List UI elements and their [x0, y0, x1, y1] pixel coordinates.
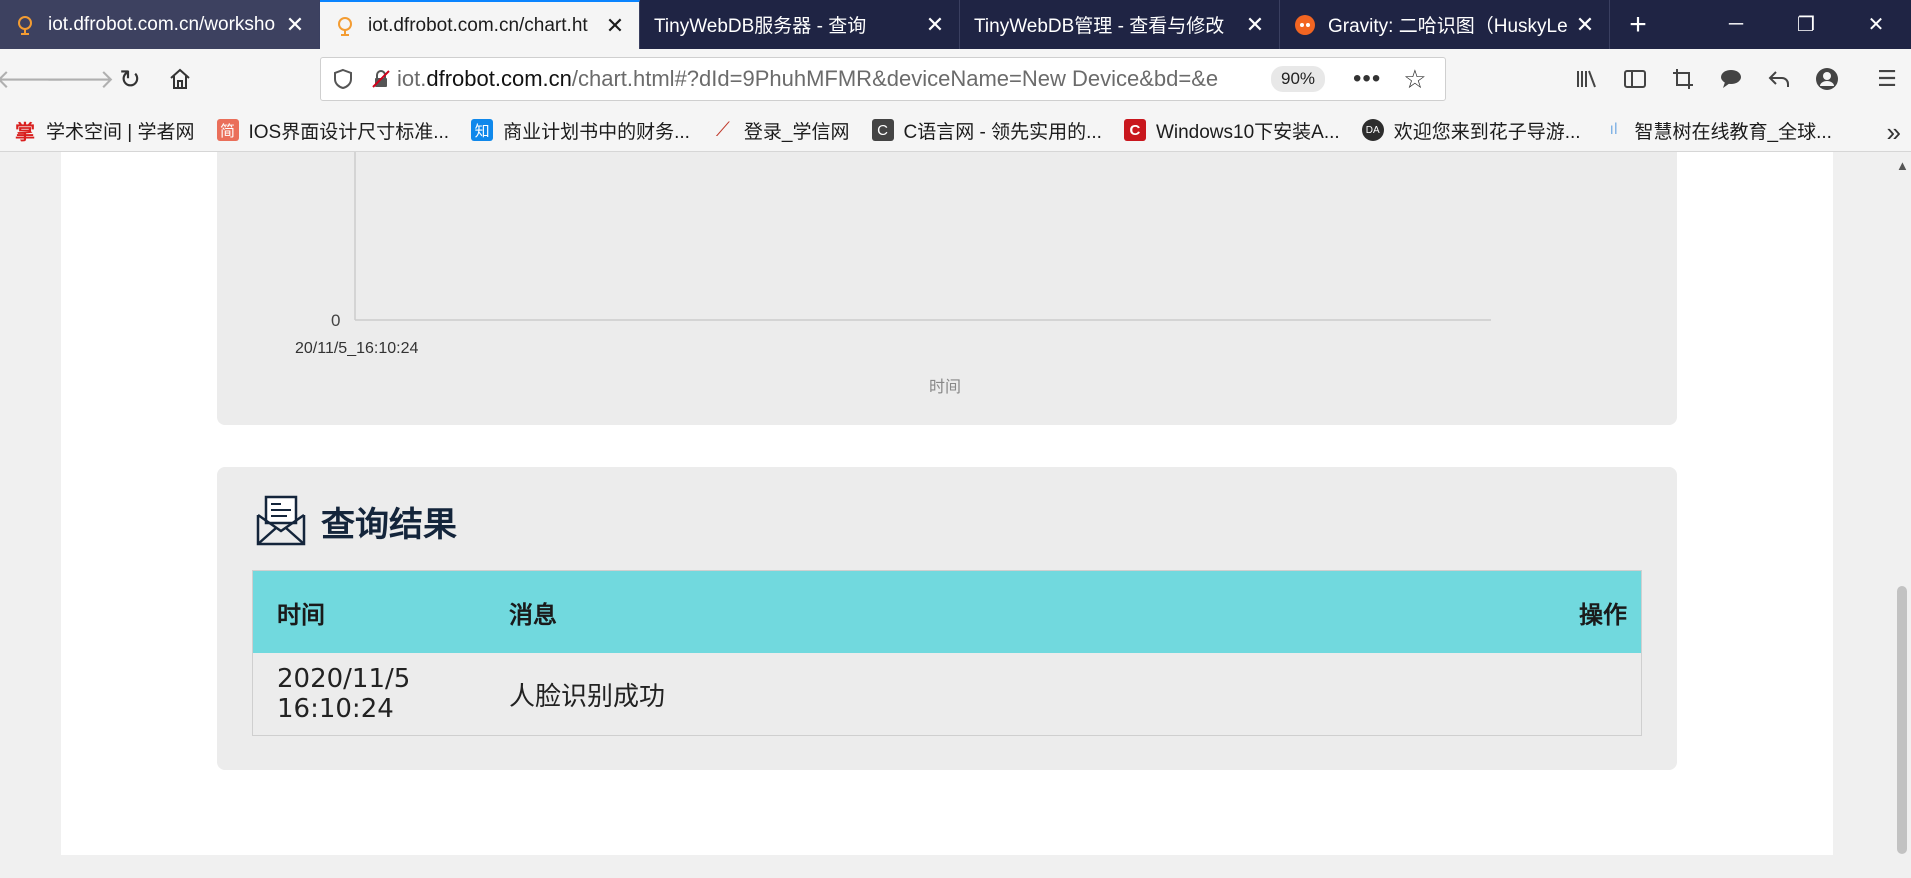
table-row: 2020/11/5 16:10:24 人脸识别成功: [253, 653, 1641, 735]
bookmark-item[interactable]: C Windows10下安装A...: [1123, 117, 1340, 144]
window-controls: ─ ❐ ✕: [1701, 0, 1911, 49]
bookmark-label: IOS界面设计尺寸标准...: [248, 121, 450, 143]
cloud-icon: [334, 15, 356, 37]
csdn-icon: C: [1123, 119, 1146, 141]
page-container: 0 20/11/5_16:10:24 时间 查询结果 时间 消息 操作 2020…: [61, 152, 1833, 855]
bookmark-item[interactable]: DA 欢迎您来到花子导游...: [1361, 117, 1581, 144]
page-viewport: 0 20/11/5_16:10:24 时间 查询结果 时间 消息 操作 2020…: [0, 152, 1893, 878]
bookmark-item[interactable]: ⟋ 登录_学信网: [712, 117, 850, 144]
bookmark-item[interactable]: ıl 智慧树在线教育_全球...: [1603, 117, 1832, 144]
undo-icon[interactable]: [1755, 57, 1803, 101]
bookmark-item[interactable]: 掌 学术空间 | 学者网: [14, 117, 195, 144]
bookmark-item[interactable]: C C语言网 - 领先实用的...: [871, 117, 1102, 144]
library-icon[interactable]: [1563, 57, 1611, 101]
tab-title: iot.dfrobot.com.cn/worksho: [48, 13, 276, 35]
tab-title: Gravity: 二哈识图（HuskyLe: [1328, 16, 1568, 37]
reload-icon[interactable]: ↻: [108, 57, 152, 101]
chat-bubble-icon[interactable]: [1707, 57, 1755, 101]
results-title: 查询结果: [321, 504, 457, 545]
scroll-up-icon[interactable]: ▲: [1896, 158, 1909, 173]
bookmark-label: Windows10下安装A...: [1155, 121, 1340, 143]
bookmark-label: 欢迎您来到花子导游...: [1393, 121, 1581, 143]
scholar-icon: 掌: [15, 121, 35, 144]
bookmark-label: C语言网 - 领先实用的...: [903, 121, 1102, 143]
results-header: 查询结果: [255, 495, 457, 547]
new-tab-button[interactable]: +: [1610, 0, 1666, 49]
x-tick-label: 20/11/5_16:10:24: [295, 340, 419, 357]
tab-tinywebdb-query[interactable]: TinyWebDB服务器 - 查询 ✕: [640, 0, 960, 49]
x-axis-label: 时间: [929, 379, 962, 396]
chart-card: 0 20/11/5_16:10:24 时间: [217, 152, 1677, 425]
bookmark-label: 登录_学信网: [743, 121, 850, 143]
scroll-thumb[interactable]: [1897, 586, 1907, 854]
column-header-time: 时间: [277, 600, 325, 629]
cloud-icon: [14, 14, 36, 36]
cell-time: 2020/11/5 16:10:24: [277, 664, 411, 724]
tab-title: iot.dfrobot.com.cn/chart.ht: [368, 14, 588, 36]
tab-workshop[interactable]: iot.dfrobot.com.cn/worksho ✕: [0, 0, 320, 49]
results-table: 时间 消息 操作 2020/11/5 16:10:24 人脸识别成功: [252, 570, 1642, 736]
bookmark-star-icon[interactable]: ☆: [1403, 64, 1426, 95]
bookmark-label: 商业计划书中的财务...: [503, 121, 690, 143]
y-tick-label: 0: [331, 311, 341, 330]
insecure-lock-icon[interactable]: [365, 69, 397, 89]
tab-gravity[interactable]: Gravity: 二哈识图（HuskyLe ✕: [1280, 0, 1610, 49]
dotcpp-icon: C: [871, 119, 894, 141]
tab-chart[interactable]: iot.dfrobot.com.cn/chart.ht ✕: [320, 0, 640, 49]
page-actions-icon[interactable]: •••: [1353, 65, 1381, 93]
url-prefix: iot.: [397, 66, 427, 91]
bookmark-item[interactable]: 知 商业计划书中的财务...: [471, 117, 690, 144]
page-scrollbar[interactable]: ▲: [1893, 152, 1911, 878]
tab-title: TinyWebDB管理 - 查看与修改: [974, 16, 1225, 37]
chsi-icon: ⟋: [715, 118, 730, 141]
bookmark-label: 学术空间 | 学者网: [46, 121, 195, 143]
close-window-icon[interactable]: ✕: [1841, 0, 1911, 49]
url-text[interactable]: iot.dfrobot.com.cn/chart.html#?dId=9Phuh…: [397, 66, 1259, 92]
da-icon: DA: [1361, 119, 1384, 141]
zoom-indicator[interactable]: 90%: [1271, 66, 1326, 92]
bookmarks-bar: 掌 学术空间 | 学者网 简 IOS界面设计尺寸标准... 知 商业计划书中的财…: [0, 109, 1911, 152]
robot-icon: [1294, 14, 1316, 36]
close-tab-icon[interactable]: ✕: [1569, 9, 1601, 41]
home-icon[interactable]: [158, 57, 202, 101]
column-header-message: 消息: [509, 600, 557, 629]
close-tab-icon[interactable]: ✕: [599, 10, 631, 42]
minimize-icon[interactable]: ─: [1701, 0, 1771, 49]
bookmark-label: 智慧树在线教育_全球...: [1634, 121, 1832, 143]
account-icon[interactable]: [1803, 57, 1851, 101]
close-tab-icon[interactable]: ✕: [1239, 9, 1271, 41]
shield-icon[interactable]: [321, 68, 365, 90]
url-path: /chart.html#?dId=9PhuhMFMR&deviceName=Ne…: [571, 66, 1219, 91]
tab-strip: iot.dfrobot.com.cn/worksho ✕ iot.dfrobot…: [0, 0, 1911, 49]
results-card: 查询结果 时间 消息 操作 2020/11/5 16:10:24 人脸识别成功: [217, 467, 1677, 770]
zhihuishu-icon: ıl: [1609, 121, 1618, 138]
url-domain: dfrobot.com.cn: [426, 66, 572, 91]
screenshot-crop-icon[interactable]: [1659, 57, 1707, 101]
column-header-action: 操作: [1579, 600, 1627, 629]
jian-icon: 简: [216, 119, 239, 141]
forward-icon[interactable]: 🡒: [45, 57, 115, 101]
restore-icon[interactable]: ❐: [1771, 0, 1841, 49]
open-mail-icon: [256, 495, 306, 546]
menu-icon[interactable]: ☰: [1863, 57, 1911, 101]
tab-title: TinyWebDB服务器 - 查询: [654, 16, 867, 37]
close-tab-icon[interactable]: ✕: [919, 9, 951, 41]
zhihu-icon: 知: [471, 119, 494, 141]
navigation-toolbar: 🡐 🡒 ↻ iot.dfrobot.com.cn/chart.html#?dId…: [0, 49, 1911, 109]
cell-message: 人脸识别成功: [509, 681, 666, 712]
tab-tinywebdb-admin[interactable]: TinyWebDB管理 - 查看与修改 ✕: [960, 0, 1280, 49]
toolbar-icons: ☰: [1563, 49, 1911, 109]
sidebar-icon[interactable]: [1611, 57, 1659, 101]
bookmark-item[interactable]: 简 IOS界面设计尺寸标准...: [216, 117, 450, 144]
chevron-double-right-icon[interactable]: »: [1887, 117, 1901, 148]
address-bar[interactable]: iot.dfrobot.com.cn/chart.html#?dId=9Phuh…: [320, 57, 1446, 101]
table-header-row: 时间 消息 操作: [253, 571, 1641, 653]
close-tab-icon[interactable]: ✕: [279, 9, 311, 41]
